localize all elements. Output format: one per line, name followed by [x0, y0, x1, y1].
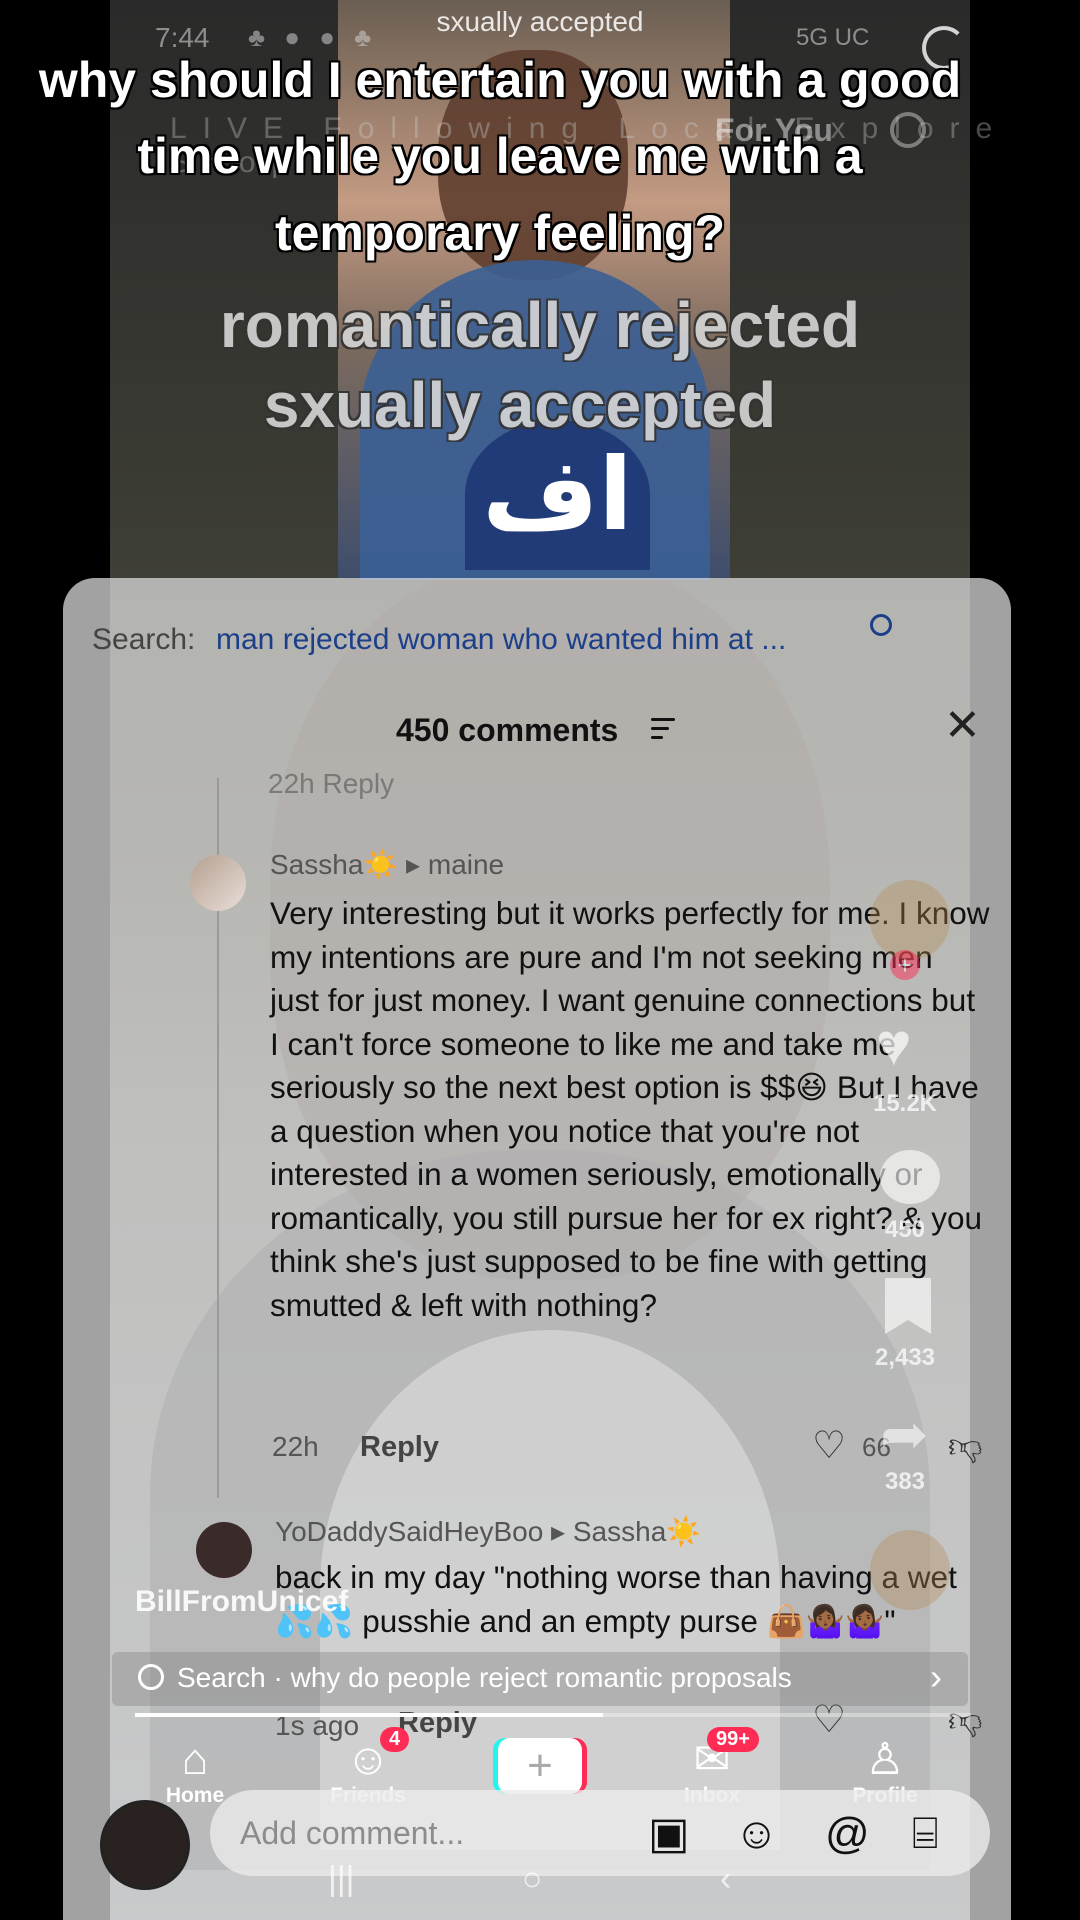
- previous-comment-meta: 22h Reply: [268, 768, 395, 799]
- avatar[interactable]: [196, 1522, 252, 1578]
- like-count: 15.2K: [872, 1090, 938, 1117]
- follow-plus-icon[interactable]: +: [890, 950, 920, 980]
- image-icon[interactable]: ▣: [648, 1812, 690, 1856]
- back-icon[interactable]: ‹: [720, 1860, 731, 1899]
- my-avatar[interactable]: [100, 1800, 190, 1890]
- home-circle-icon[interactable]: ○: [522, 1860, 543, 1899]
- video-progress-bar[interactable]: [135, 1713, 971, 1717]
- inbox-badge: 99+: [707, 1727, 759, 1752]
- share-count: 383: [884, 1468, 926, 1495]
- comment-author[interactable]: YoDaddySaidHeyBoo ▸ Sassha☀️: [275, 1515, 701, 1548]
- overlay-caption-1: romantically rejected: [219, 289, 861, 361]
- emoji-icon[interactable]: ☺: [734, 1812, 779, 1856]
- share-icon[interactable]: ➦: [880, 1400, 929, 1468]
- heart-icon[interactable]: ♡: [812, 1700, 846, 1740]
- friends-avatar-icon: ☺: [345, 1735, 391, 1784]
- comment-time: 22h: [272, 1431, 319, 1462]
- comment-author[interactable]: Sassha☀️ ▸ maine: [270, 848, 504, 881]
- search-label: Search:: [92, 623, 196, 656]
- gift-icon[interactable]: ⌸: [912, 1812, 938, 1856]
- search-query-link[interactable]: man rejected woman who wanted him at ...: [216, 623, 786, 657]
- overlay-caption-2: sxually accepted: [263, 369, 777, 441]
- caption-line-2: time while you leave me with a: [137, 128, 863, 184]
- search-icon: [138, 1664, 164, 1690]
- caption-line-1: why should I entertain you with a good: [38, 52, 962, 108]
- chevron-right-icon[interactable]: ›: [930, 1656, 942, 1698]
- comment-count: 450: [884, 1216, 926, 1243]
- caption-line-3: temporary feeling?: [274, 205, 726, 261]
- create-button[interactable]: +: [498, 1738, 582, 1794]
- comments-count: 450 comments: [396, 712, 619, 748]
- dislike-icon[interactable]: 👎︎: [948, 1700, 983, 1740]
- music-disc-icon[interactable]: [870, 1530, 950, 1610]
- comment-icon[interactable]: [880, 1150, 940, 1204]
- avatar[interactable]: [190, 855, 246, 911]
- reply-button[interactable]: Reply: [360, 1431, 439, 1464]
- heart-icon[interactable]: ♡: [812, 1426, 846, 1466]
- home-icon: ⌂: [181, 1735, 209, 1784]
- save-count: 2,433: [874, 1344, 936, 1371]
- search-icon[interactable]: [870, 614, 892, 636]
- like-heart-icon[interactable]: ♥: [876, 1010, 912, 1079]
- recent-apps-icon[interactable]: |||: [328, 1860, 355, 1899]
- mention-icon[interactable]: @: [825, 1812, 870, 1856]
- friends-badge: 4: [380, 1727, 410, 1752]
- close-icon[interactable]: ✕: [944, 704, 981, 748]
- filter-icon[interactable]: [651, 718, 675, 745]
- creator-avatar[interactable]: [870, 880, 950, 960]
- video-username[interactable]: BillFromUnicef: [135, 1585, 348, 1619]
- comment-input[interactable]: Add comment...: [240, 1815, 464, 1852]
- dislike-icon[interactable]: 👎︎: [948, 1426, 983, 1466]
- progress-fill: [135, 1713, 604, 1717]
- profile-icon: ♙: [865, 1735, 905, 1784]
- related-search-text[interactable]: Search · why do people reject romantic p…: [177, 1662, 792, 1694]
